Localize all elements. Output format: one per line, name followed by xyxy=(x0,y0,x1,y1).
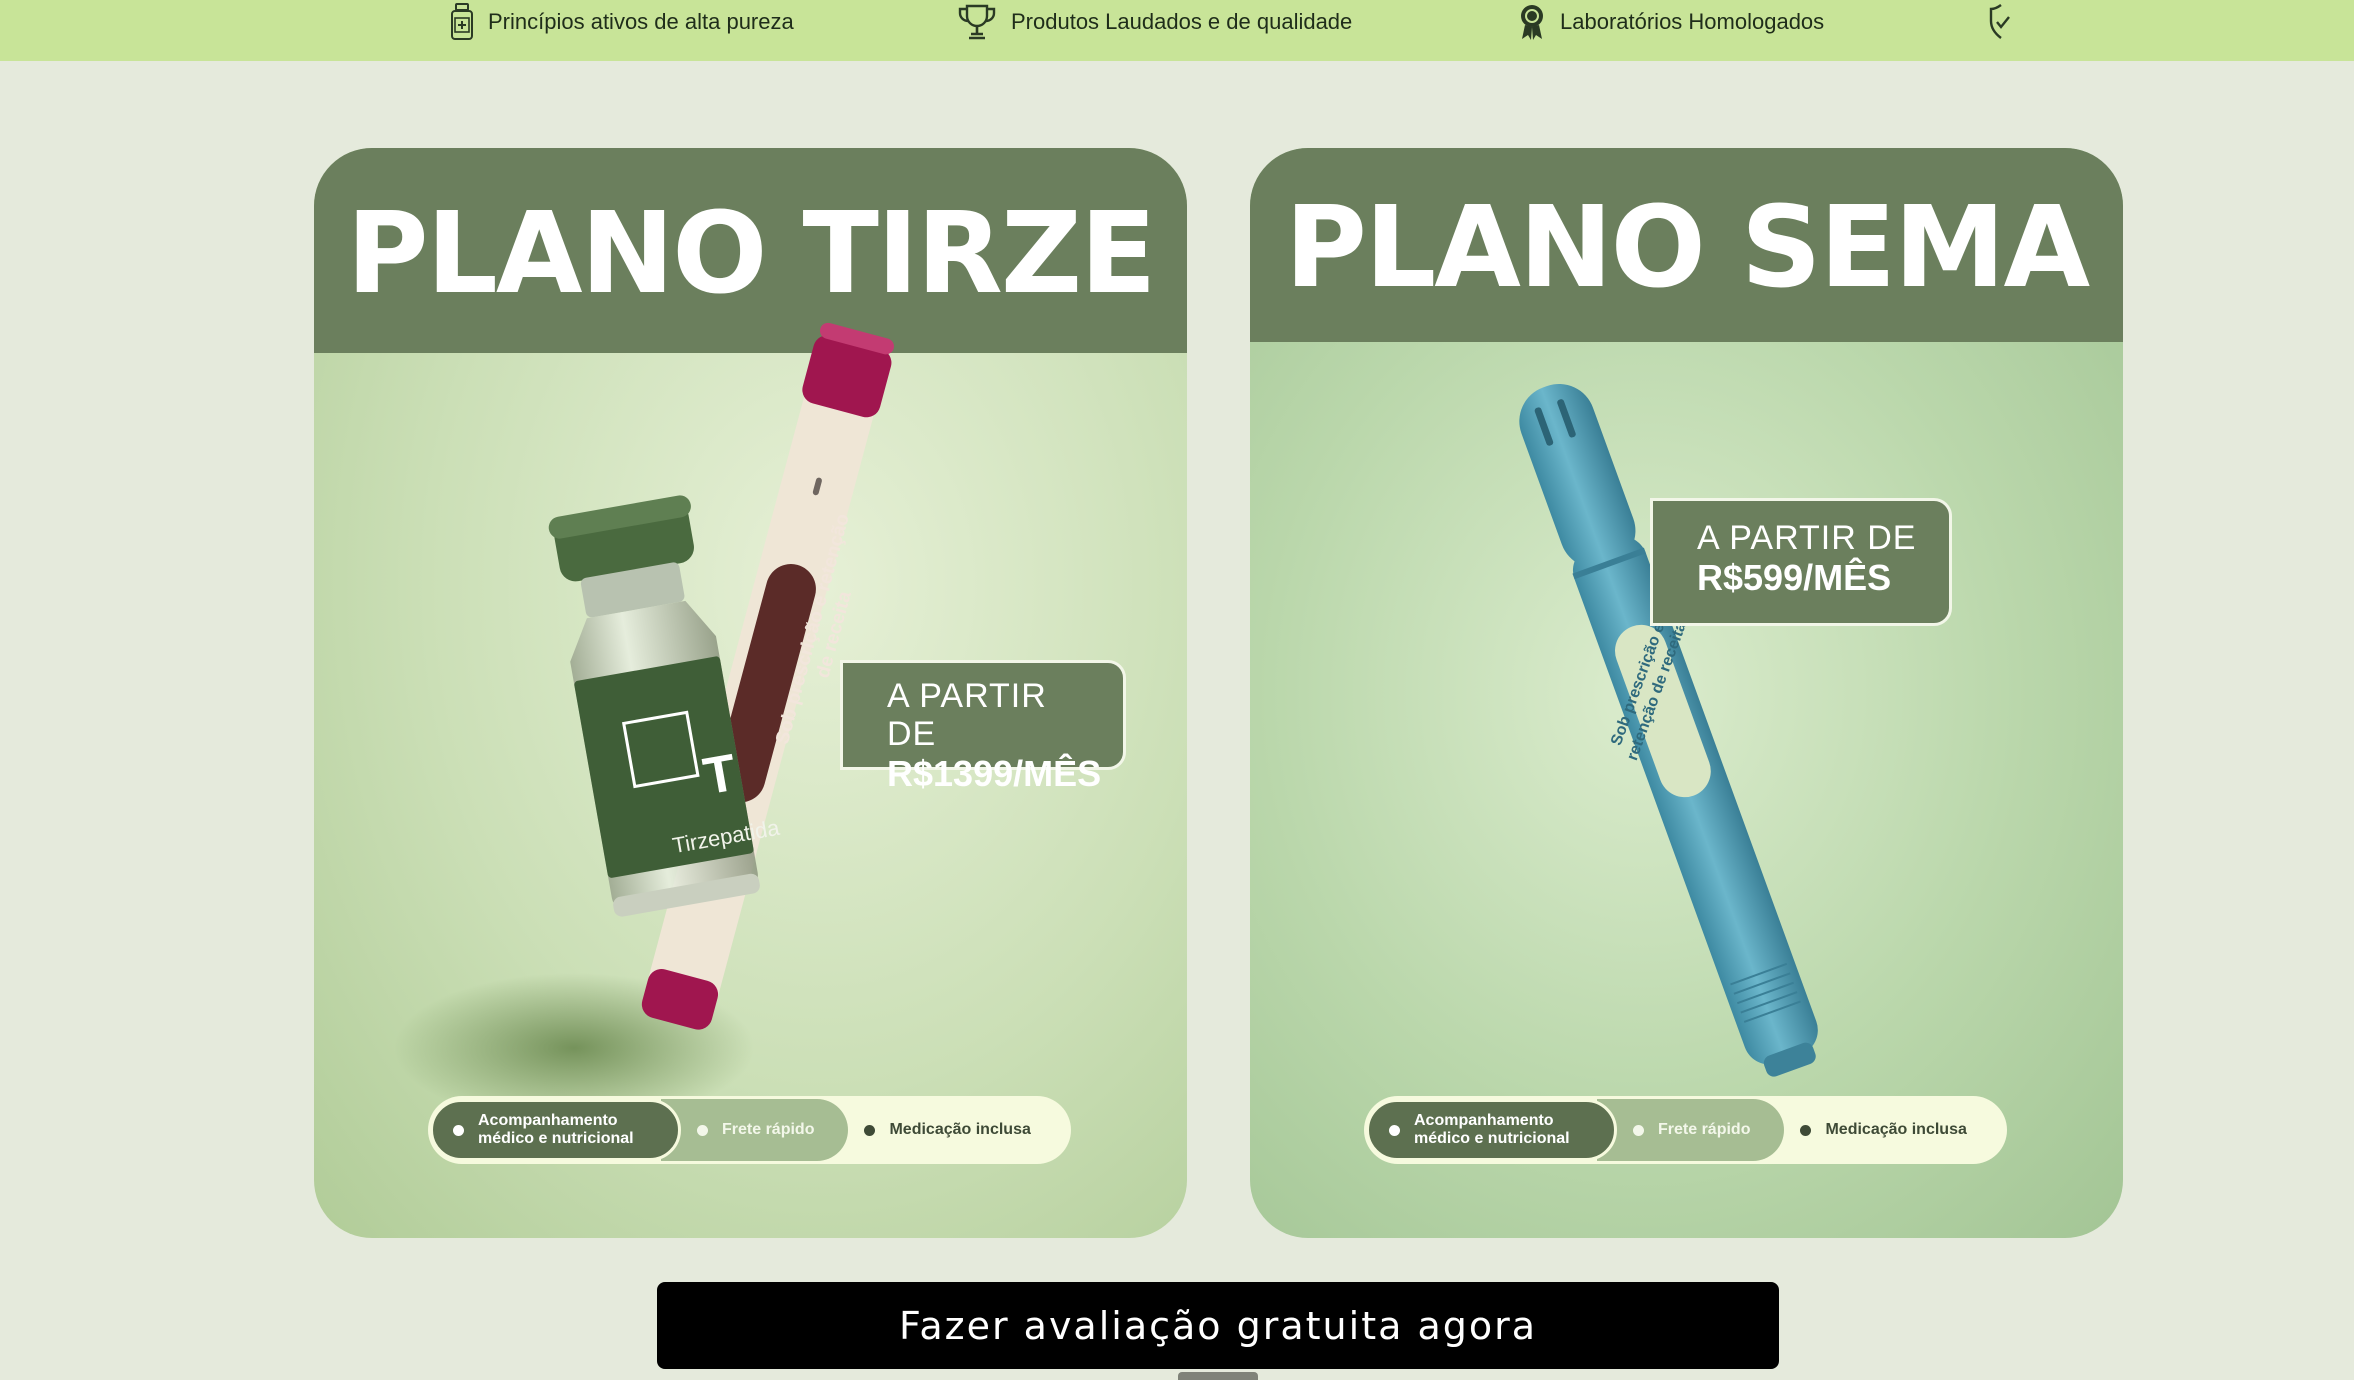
price-value: R$1399/MÊS xyxy=(887,753,1102,794)
price-badge: A PARTIR DE R$599/MÊS xyxy=(1650,498,1952,626)
shield-check-icon xyxy=(1989,4,2010,39)
price-value: R$599/MÊS xyxy=(1697,557,1892,598)
trust-item-security xyxy=(1989,0,2013,44)
bullet-icon xyxy=(697,1124,708,1136)
free-evaluation-button[interactable]: Fazer avaliação gratuita agora xyxy=(657,1282,1779,1369)
scroll-indicator xyxy=(1178,1372,1258,1380)
medicine-bottle-icon xyxy=(451,3,473,40)
bullet-icon xyxy=(1389,1124,1400,1136)
plan-card-tirze[interactable]: PLANO TIRZE T Tirzepatida Sob prescrição… xyxy=(314,148,1187,1238)
price-badge: A PARTIR DE R$1399/MÊS xyxy=(840,660,1126,794)
bullet-icon xyxy=(864,1124,876,1136)
trust-item-quality: Produtos Laudados e de qualidade xyxy=(957,0,1352,44)
features-pill: Acompanhamento médico e nutricional Fret… xyxy=(1364,1096,2007,1164)
trust-bar: Princípios ativos de alta pureza Produto… xyxy=(0,0,2354,61)
vial-letter: T xyxy=(699,743,741,807)
trust-item-labs: Laboratórios Homologados xyxy=(1518,0,1824,44)
price-prefix: A PARTIR DE xyxy=(887,677,1047,753)
trust-item-label: Princípios ativos de alta pureza xyxy=(488,9,794,34)
trust-item-label: Laboratórios Homologados xyxy=(1560,9,1825,34)
trust-item-purity: Princípios ativos de alta pureza xyxy=(450,0,794,44)
feature-label: Frete rápido xyxy=(1658,1121,1751,1138)
award-ribbon-icon xyxy=(1521,5,1543,40)
price-prefix: A PARTIR DE xyxy=(1697,519,1917,557)
bullet-icon xyxy=(453,1124,464,1136)
bullet-icon xyxy=(1633,1124,1644,1136)
feature-medication-included: Medicação inclusa xyxy=(1784,1099,1986,1161)
semaglutide-pen-image xyxy=(1519,383,1818,1077)
trust-item-label: Produtos Laudados e de qualidade xyxy=(1011,9,1353,34)
feature-label: Acompanhamento médico e nutricional xyxy=(1414,1112,1570,1147)
feature-label: Acompanhamento médico e nutricional xyxy=(478,1112,634,1147)
feature-medical-support: Acompanhamento médico e nutricional xyxy=(1366,1099,1617,1161)
feature-label: Medicação inclusa xyxy=(1825,1121,1967,1138)
feature-label: Medicação inclusa xyxy=(889,1121,1031,1138)
trophy-icon xyxy=(958,4,996,40)
feature-fast-shipping: Frete rápido xyxy=(661,1099,849,1161)
plan-card-sema[interactable]: PLANO SEMA Sob prescrição e retenção de … xyxy=(1250,148,2123,1238)
features-pill: Acompanhamento médico e nutricional Fret… xyxy=(428,1096,1071,1164)
feature-label: Frete rápido xyxy=(722,1121,815,1138)
bullet-icon xyxy=(1800,1124,1812,1136)
feature-fast-shipping: Frete rápido xyxy=(1597,1099,1785,1161)
feature-medication-included: Medicação inclusa xyxy=(848,1099,1050,1161)
feature-medical-support: Acompanhamento médico e nutricional xyxy=(430,1099,681,1161)
